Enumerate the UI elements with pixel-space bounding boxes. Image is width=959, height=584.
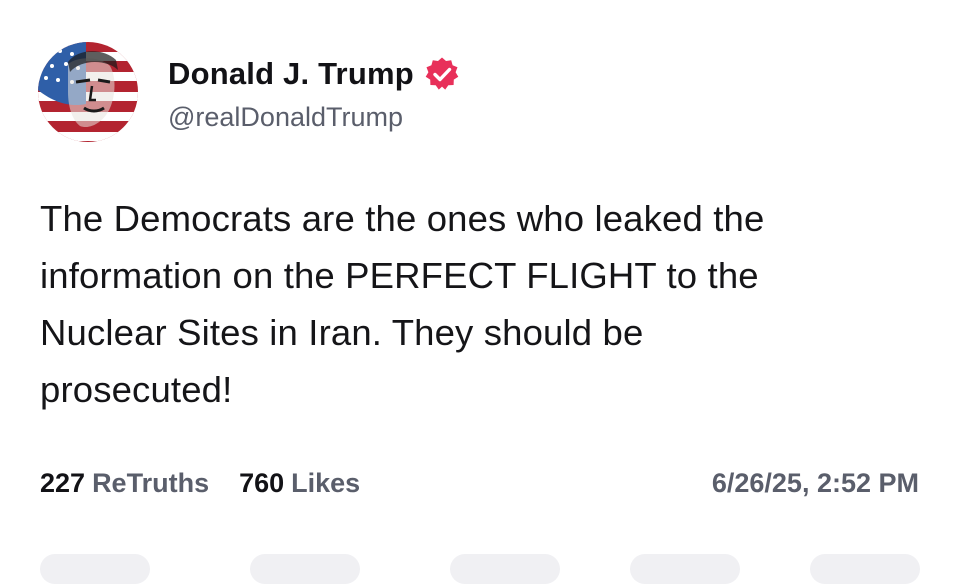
action-bar xyxy=(0,546,959,584)
post-timestamp: 6/26/25, 2:52 PM xyxy=(711,468,919,498)
retruths-stat[interactable]: 227 ReTruths xyxy=(40,468,209,499)
likes-count: 760 xyxy=(239,468,285,498)
retruths-count: 227 xyxy=(40,468,86,498)
flag-portrait-avatar-icon xyxy=(38,42,138,142)
retruths-label: ReTruths xyxy=(92,468,210,498)
author-avatar[interactable] xyxy=(38,42,138,142)
likes-stat[interactable]: 760 Likes xyxy=(239,468,360,499)
post-stats: 227 ReTruths 760 Likes xyxy=(40,468,360,499)
author-handle[interactable]: @realDonaldTrump xyxy=(168,102,403,133)
author-name-row: Donald J. Trump xyxy=(168,52,460,96)
post-body-text: The Democrats are the ones who leaked th… xyxy=(40,198,765,410)
verified-badge-icon xyxy=(424,56,460,92)
truth-post: Donald J. Trump @realDonaldTrump The Dem… xyxy=(0,0,959,584)
author-display-name[interactable]: Donald J. Trump xyxy=(168,56,414,92)
likes-label: Likes xyxy=(291,468,361,498)
